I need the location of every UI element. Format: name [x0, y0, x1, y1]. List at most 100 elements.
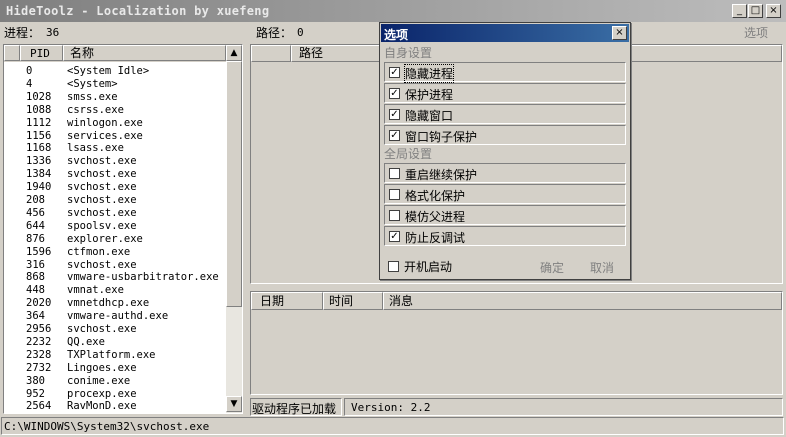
option-checkbox[interactable]: ✓ [389, 67, 400, 78]
option-label: 防止反调试 [405, 231, 466, 245]
option-checkbox[interactable]: ✓ [389, 88, 400, 99]
option-label: 保护进程 [405, 88, 454, 102]
process-count: 36 [46, 26, 60, 39]
column-header-name[interactable]: 名称 [63, 45, 226, 61]
option-row[interactable]: ✓ 窗口钩子保护 [384, 125, 626, 145]
option-label: 隐藏进程 [403, 64, 455, 83]
pid-cell: 1596 [26, 245, 52, 258]
table-row[interactable]: 4 <System> [4, 78, 224, 91]
name-cell: svchost.exe [67, 155, 137, 168]
option-label: 隐藏窗口 [405, 109, 454, 123]
name-cell: TXPlatform.exe [67, 348, 156, 361]
options-dialog-titlebar[interactable]: 选项 × [381, 24, 629, 42]
column-header-pid[interactable]: PID [20, 45, 63, 61]
close-icon: × [615, 27, 624, 38]
table-row[interactable]: 876 explorer.exe [4, 233, 224, 246]
version-status: Version: 2.2 [344, 398, 783, 416]
ok-button[interactable]: 确定 [540, 259, 564, 276]
name-cell: winlogon.exe [67, 116, 143, 129]
name-cell: services.exe [67, 129, 143, 142]
table-row[interactable]: 1596 ctfmon.exe [4, 246, 224, 259]
table-row[interactable]: 644 spoolsv.exe [4, 220, 224, 233]
scroll-thumb[interactable] [226, 61, 242, 307]
header-spacer [4, 45, 20, 61]
column-header-message[interactable]: 消息 [383, 292, 782, 310]
check-icon: ✓ [390, 231, 399, 242]
name-cell: lsass.exe [67, 142, 124, 155]
table-row[interactable]: 1112 winlogon.exe [4, 117, 224, 130]
table-row[interactable]: 2232 QQ.exe [4, 336, 224, 349]
pid-cell: 876 [26, 232, 45, 245]
table-row[interactable]: 1940 svchost.exe [4, 181, 224, 194]
close-button[interactable]: × [766, 4, 781, 18]
name-header-label: 名称 [70, 46, 95, 60]
column-header-time[interactable]: 时间 [323, 292, 383, 310]
name-cell: procexp.exe [67, 387, 137, 400]
driver-status-text: 驱动程序已加载 [252, 402, 337, 416]
table-row[interactable]: 2956 svchost.exe [4, 323, 224, 336]
option-checkbox[interactable]: ✓ [389, 231, 400, 242]
log-panel[interactable]: 日期 时间 消息 [250, 291, 783, 395]
pid-cell: 644 [26, 219, 45, 232]
title-bar[interactable]: HideToolz - Localization by xuefeng _ □ … [0, 0, 786, 22]
option-checkbox[interactable] [389, 210, 400, 221]
option-checkbox[interactable]: ✓ [389, 109, 400, 120]
table-row[interactable]: 208 svchost.exe [4, 194, 224, 207]
option-row[interactable]: 重启继续保护 [384, 163, 626, 183]
option-checkbox[interactable]: ✓ [389, 130, 400, 141]
table-row[interactable]: 2328 TXPlatform.exe [4, 349, 224, 362]
minimize-button[interactable]: _ [732, 4, 747, 18]
column-header-date[interactable]: 日期 [251, 292, 323, 310]
pid-cell: 2956 [26, 323, 52, 335]
name-cell: svchost.exe [67, 194, 137, 206]
table-row[interactable]: 364 vmware-authd.exe [4, 310, 224, 323]
name-cell: svchost.exe [67, 181, 137, 194]
process-scrollbar[interactable]: ▲ ▼ [226, 45, 242, 413]
option-checkbox[interactable] [389, 168, 400, 179]
name-cell: vmware-usbarbitrator.exe [67, 271, 219, 284]
table-row[interactable]: 1088 csrss.exe [4, 104, 224, 117]
table-row[interactable]: 448 vmnat.exe [4, 284, 224, 297]
maximize-icon: □ [750, 5, 761, 16]
check-icon: ✓ [390, 109, 399, 120]
cancel-button[interactable]: 取消 [590, 259, 614, 276]
table-row[interactable]: 952 procexp.exe [4, 388, 224, 401]
option-row[interactable]: ✓ 防止反调试 [384, 226, 626, 246]
pid-cell: 2564 [26, 400, 52, 413]
path-header-label: 路径 [299, 46, 324, 60]
table-row[interactable]: 380 conime.exe [4, 375, 224, 388]
option-row[interactable]: 格式化保护 [384, 184, 626, 204]
table-row[interactable]: 2564 RavMonD.exe [4, 400, 224, 413]
table-row[interactable]: 1156 services.exe [4, 130, 224, 143]
table-row[interactable]: 0 <System Idle> [4, 65, 224, 78]
options-close-button[interactable]: × [612, 26, 627, 40]
option-row[interactable]: ✓ 隐藏窗口 [384, 104, 626, 124]
autostart-option[interactable]: 开机启动 [384, 257, 504, 277]
table-row[interactable]: 2020 vmnetdhcp.exe [4, 297, 224, 310]
scroll-up-button[interactable]: ▲ [226, 45, 242, 61]
scroll-down-button[interactable]: ▼ [226, 396, 242, 412]
option-row[interactable]: 模仿父进程 [384, 205, 626, 225]
options-link[interactable]: 选项 [744, 24, 768, 41]
option-checkbox[interactable] [389, 189, 400, 200]
maximize-button[interactable]: □ [748, 4, 763, 18]
table-row[interactable]: 456 svchost.exe [4, 207, 224, 220]
table-row[interactable]: 1384 svchost.exe [4, 168, 224, 181]
pid-cell: 952 [26, 387, 45, 400]
name-cell: QQ.exe [67, 335, 105, 348]
main-window: HideToolz - Localization by xuefeng _ □ … [0, 0, 786, 437]
option-row[interactable]: ✓ 保护进程 [384, 83, 626, 103]
table-row[interactable]: 868 vmware-usbarbitrator.exe [4, 271, 224, 284]
options-dialog-title: 选项 [384, 28, 409, 42]
autostart-checkbox[interactable] [388, 261, 399, 272]
path-value: 0 [297, 26, 304, 39]
name-cell: ctfmon.exe [67, 245, 131, 258]
table-row[interactable]: 316 svchost.exe [4, 259, 224, 272]
option-row[interactable]: ✓ 隐藏进程 [384, 62, 626, 83]
table-row[interactable]: 1028 smss.exe [4, 91, 224, 104]
process-list[interactable]: PID 名称 0 <System Idle> 4 <System> 1028 smss.e… [3, 44, 243, 414]
table-row[interactable]: 2732 Lingoes.exe [4, 362, 224, 375]
table-row[interactable]: 1168 lsass.exe [4, 142, 224, 155]
table-row[interactable]: 1336 svchost.exe [4, 155, 224, 168]
name-cell: RavMonD.exe [67, 400, 137, 413]
